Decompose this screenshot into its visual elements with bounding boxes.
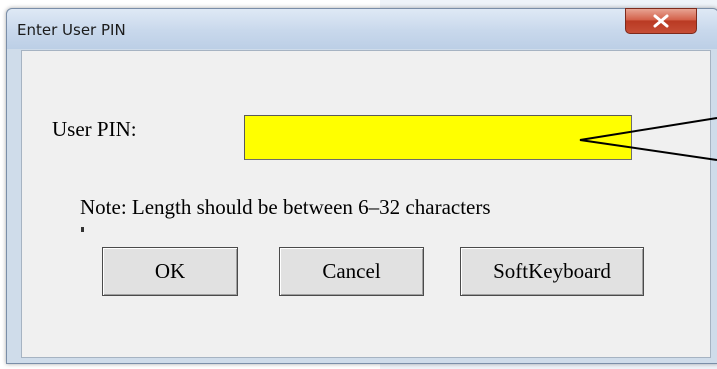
callout-pointer [579, 117, 717, 161]
